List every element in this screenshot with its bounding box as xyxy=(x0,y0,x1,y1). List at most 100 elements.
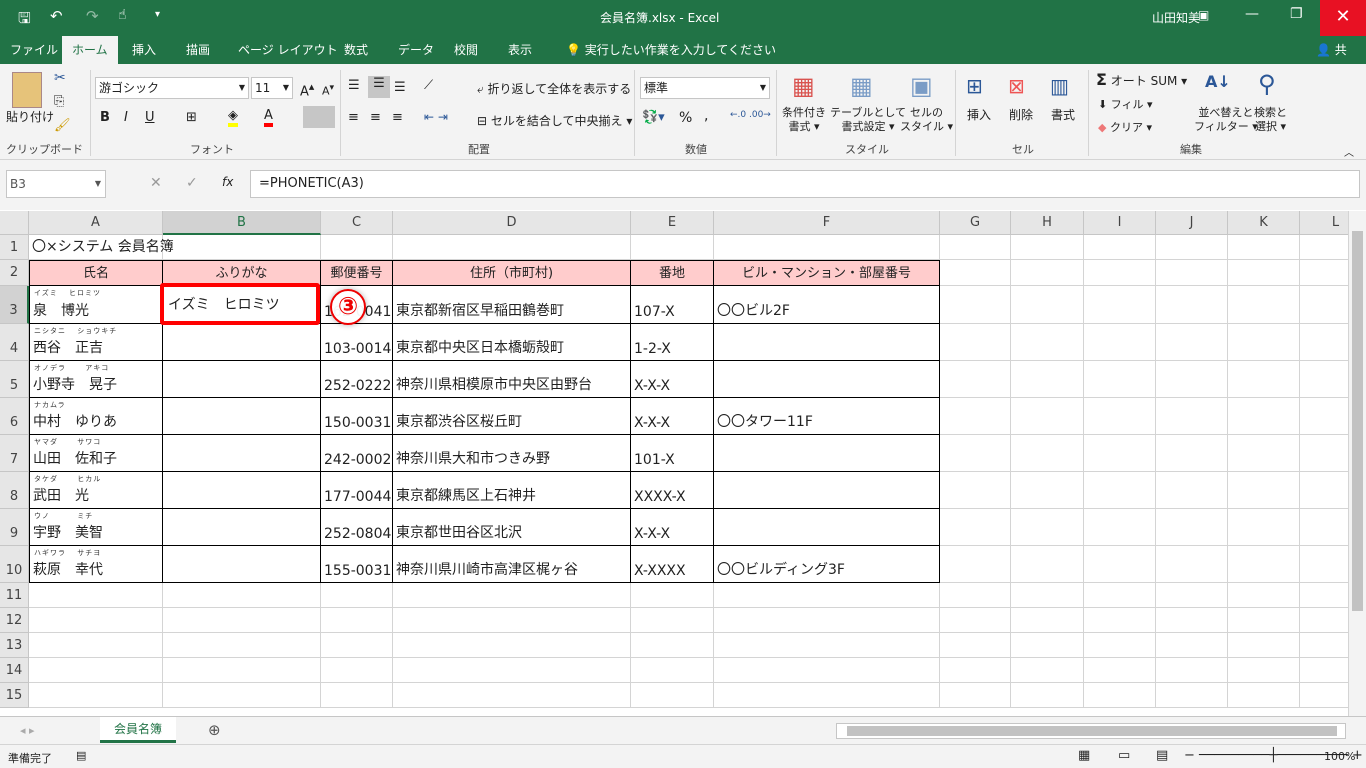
cell-J12[interactable] xyxy=(1156,608,1228,633)
column-header-L[interactable]: L xyxy=(1300,211,1348,235)
bold-button[interactable]: B xyxy=(100,110,110,125)
cell-F1[interactable] xyxy=(714,235,940,260)
cell-D8[interactable]: 東京都練馬区上石神井 xyxy=(393,472,631,509)
cell-I15[interactable] xyxy=(1084,683,1156,708)
cell-E14[interactable] xyxy=(631,658,714,683)
restore-icon[interactable]: ❐ xyxy=(1290,6,1303,22)
cell-B1[interactable] xyxy=(163,235,321,260)
cell-D12[interactable] xyxy=(393,608,631,633)
redo-icon[interactable]: ↷ xyxy=(86,7,99,25)
row-header-2[interactable]: 2 xyxy=(0,260,29,286)
cell-I4[interactable] xyxy=(1084,324,1156,361)
cell-F4[interactable] xyxy=(714,324,940,361)
cell-E12[interactable] xyxy=(631,608,714,633)
tab-4[interactable]: ページ レイアウト xyxy=(228,36,348,64)
cell-E4[interactable]: 1-2-X xyxy=(631,324,714,361)
cell-C11[interactable] xyxy=(321,583,393,608)
cell-J11[interactable] xyxy=(1156,583,1228,608)
cell-G5[interactable] xyxy=(940,361,1011,398)
paste-icon[interactable] xyxy=(12,72,42,108)
cell-L10[interactable] xyxy=(1300,546,1348,583)
cell-E11[interactable] xyxy=(631,583,714,608)
name-box[interactable]: B3 ▼ xyxy=(6,170,106,198)
cell-C12[interactable] xyxy=(321,608,393,633)
tell-me-search[interactable]: 💡 実行したい作業を入力してください xyxy=(556,36,786,64)
tab-8[interactable]: 表示 xyxy=(498,36,542,64)
tab-3[interactable]: 描画 xyxy=(176,36,220,64)
fill-color-icon[interactable]: ◈ xyxy=(228,108,238,127)
save-icon[interactable]: 🖫 xyxy=(18,8,31,33)
cell-H2[interactable] xyxy=(1011,260,1084,286)
cell-K8[interactable] xyxy=(1228,472,1300,509)
number-format-select[interactable]: 標準 ▼ xyxy=(640,77,770,99)
cell-C4[interactable]: 103-0014 xyxy=(321,324,393,361)
cell-B15[interactable] xyxy=(163,683,321,708)
share-button[interactable]: 👤 共有 xyxy=(1306,36,1366,85)
cell-F13[interactable] xyxy=(714,633,940,658)
align-top-icon[interactable]: ☰ xyxy=(348,78,360,93)
cell-F5[interactable] xyxy=(714,361,940,398)
row-header-11[interactable]: 11 xyxy=(0,583,29,608)
cell-I11[interactable] xyxy=(1084,583,1156,608)
cell-G10[interactable] xyxy=(940,546,1011,583)
cell-B9[interactable] xyxy=(163,509,321,546)
cell-I3[interactable] xyxy=(1084,286,1156,324)
cell-C9[interactable]: 252-0804 xyxy=(321,509,393,546)
cell-I6[interactable] xyxy=(1084,398,1156,435)
cell-L13[interactable] xyxy=(1300,633,1348,658)
conditional-format-button[interactable]: 条件付き 書式 ▾ xyxy=(782,106,826,134)
cell-J5[interactable] xyxy=(1156,361,1228,398)
cell-F6[interactable]: 〇〇タワー11F xyxy=(714,398,940,435)
cell-J4[interactable] xyxy=(1156,324,1228,361)
cell-G6[interactable] xyxy=(940,398,1011,435)
decrease-font-icon[interactable]: A▾ xyxy=(322,82,334,98)
cell-L6[interactable] xyxy=(1300,398,1348,435)
cell-C7[interactable]: 242-0002 xyxy=(321,435,393,472)
cell-H12[interactable] xyxy=(1011,608,1084,633)
comma-button[interactable]: , xyxy=(704,108,708,124)
cell-K7[interactable] xyxy=(1228,435,1300,472)
add-sheet-icon[interactable]: ⊕ xyxy=(208,721,221,739)
tab-1[interactable]: ホーム xyxy=(62,36,118,64)
insert-cells-icon[interactable]: ⊞ xyxy=(966,74,983,98)
cell-C14[interactable] xyxy=(321,658,393,683)
cell-B11[interactable] xyxy=(163,583,321,608)
cell-L14[interactable] xyxy=(1300,658,1348,683)
font-size-select[interactable]: 11 ▼ xyxy=(251,77,293,99)
cell-I8[interactable] xyxy=(1084,472,1156,509)
row-header-12[interactable]: 12 xyxy=(0,608,29,633)
cell-K9[interactable] xyxy=(1228,509,1300,546)
autosum-button[interactable]: Σ オート SUM ▾ xyxy=(1096,70,1187,89)
cell-K10[interactable] xyxy=(1228,546,1300,583)
find-select-button[interactable]: 検索と 選択 ▾ xyxy=(1254,106,1287,134)
cell-G1[interactable] xyxy=(940,235,1011,260)
cell-F2[interactable]: ビル・マンション・部屋番号 xyxy=(714,260,940,286)
cell-H14[interactable] xyxy=(1011,658,1084,683)
row-header-3[interactable]: 3 xyxy=(0,286,29,324)
cell-E5[interactable]: X-X-X xyxy=(631,361,714,398)
cell-A10[interactable]: 萩原 幸代 ハギワラ サチヨ xyxy=(29,546,163,583)
currency-icon[interactable]: 💱▾ xyxy=(642,110,665,125)
cell-F9[interactable] xyxy=(714,509,940,546)
cell-A11[interactable] xyxy=(29,583,163,608)
cell-F15[interactable] xyxy=(714,683,940,708)
format-cells-icon[interactable]: ▥ xyxy=(1050,74,1069,98)
cell-I1[interactable] xyxy=(1084,235,1156,260)
cell-K12[interactable] xyxy=(1228,608,1300,633)
percent-button[interactable]: % xyxy=(679,110,692,126)
row-header-6[interactable]: 6 xyxy=(0,398,29,435)
sheet-tab-active[interactable]: 会員名簿 xyxy=(100,717,176,743)
cell-D11[interactable] xyxy=(393,583,631,608)
column-header-I[interactable]: I xyxy=(1084,211,1156,235)
row-header-1[interactable]: 1 xyxy=(0,235,29,260)
align-middle-icon[interactable]: ☰ xyxy=(368,76,390,98)
find-icon[interactable]: ⚲ xyxy=(1258,70,1276,98)
cell-L7[interactable] xyxy=(1300,435,1348,472)
column-header-B[interactable]: B xyxy=(163,211,321,235)
align-right-icon[interactable]: ≡ xyxy=(392,110,403,125)
cell-G11[interactable] xyxy=(940,583,1011,608)
column-header-F[interactable]: F xyxy=(714,211,940,235)
tab-2[interactable]: 挿入 xyxy=(122,36,166,64)
cell-L11[interactable] xyxy=(1300,583,1348,608)
cell-I7[interactable] xyxy=(1084,435,1156,472)
